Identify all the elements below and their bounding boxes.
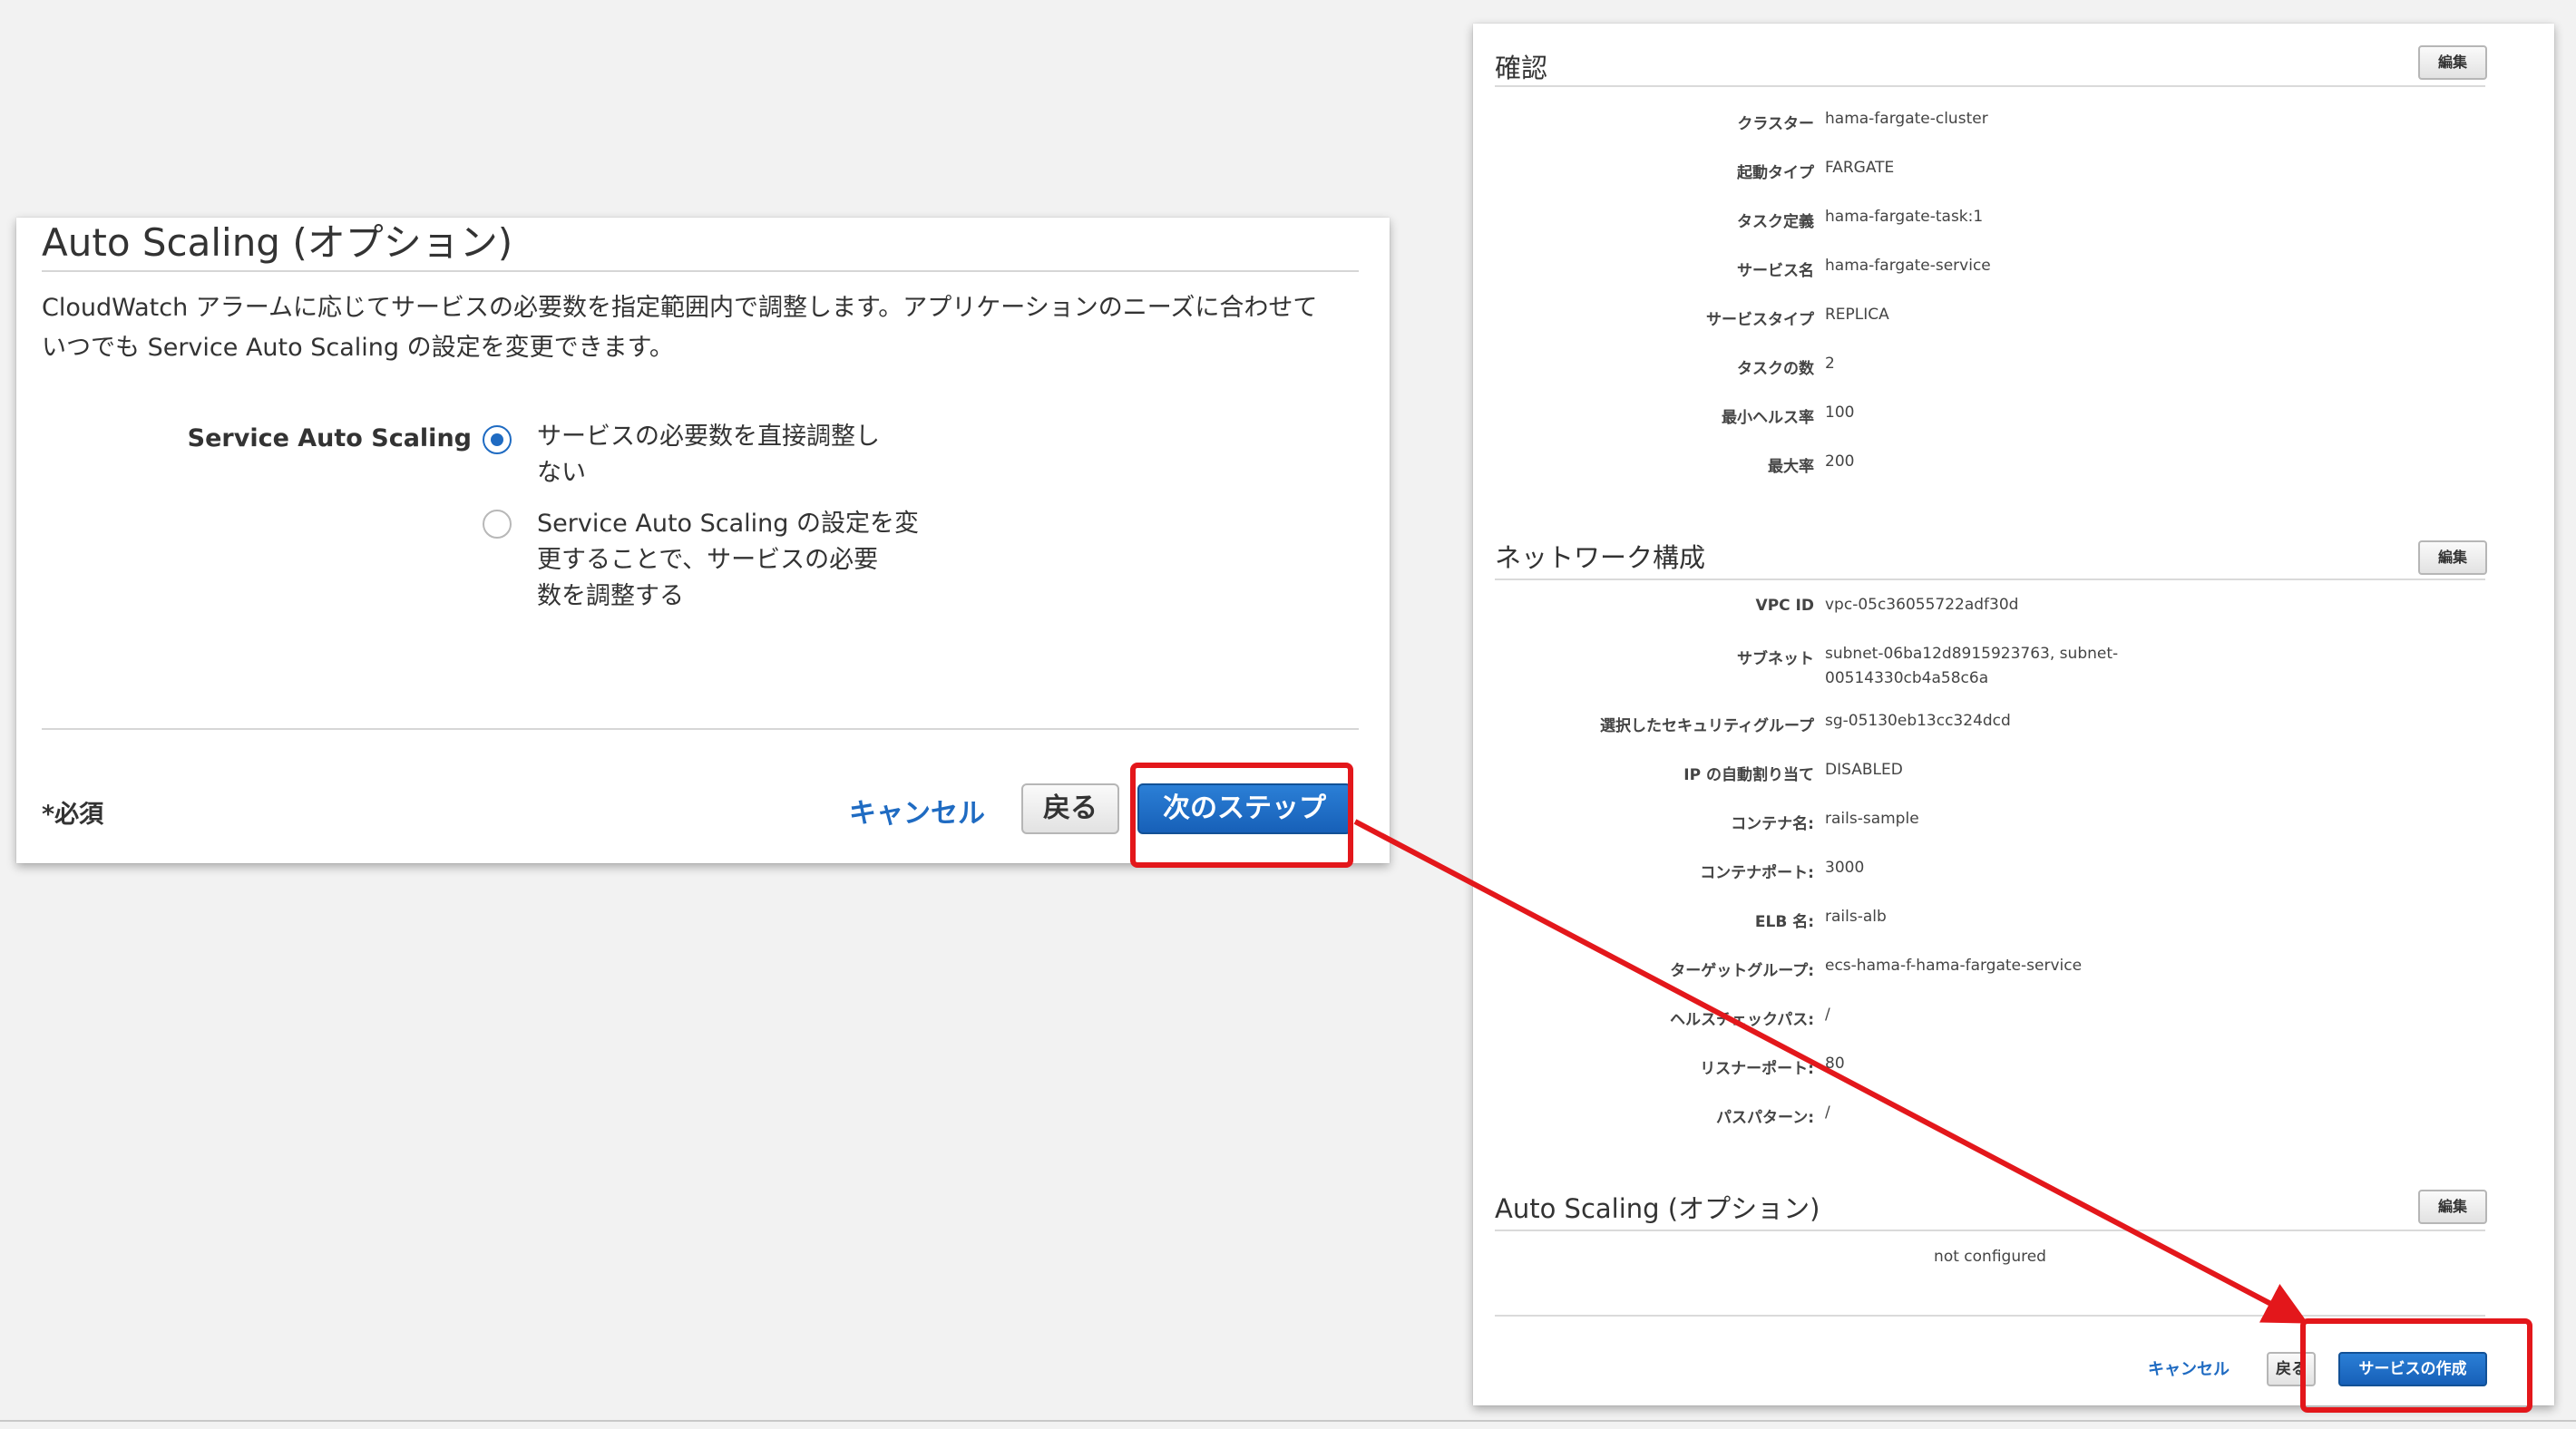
option-line: 数を調整する [537, 582, 684, 610]
field-label: コンテナ名: [1731, 815, 1814, 833]
edit-button[interactable]: 編集 [2418, 540, 2487, 575]
field-label: サービスタイプ [1706, 311, 1814, 329]
field-label: ELB 名: [1754, 913, 1814, 931]
field-label: VPC ID [1755, 597, 1814, 615]
value-line: 00514330cb4a58c6a [1825, 669, 1989, 687]
back-button[interactable]: 戻る [1021, 783, 1119, 834]
radio-option-label[interactable]: Service Auto Scaling の設定を変 更することで、サービスの必… [537, 506, 936, 615]
field-value: 200 [1825, 452, 1855, 471]
field-label: タスクの数 [1737, 360, 1814, 378]
option-line: Service Auto Scaling の設定を変 [537, 510, 920, 538]
page-bottom-border [0, 1420, 2576, 1422]
field-label: タスク定義 [1737, 213, 1814, 231]
field-value: vpc-05c36055722adf30d [1825, 596, 2019, 614]
field-label: 起動タイプ [1737, 164, 1814, 182]
network-section-title: ネットワーク構成 [1495, 542, 1706, 573]
divider [1495, 1315, 2485, 1317]
field-value: DISABLED [1825, 761, 1903, 779]
field-value: hama-fargate-cluster [1825, 110, 1988, 128]
field-value: REPLICA [1825, 306, 1889, 324]
field-label: ヘルスチェックパス: [1670, 1011, 1814, 1029]
section-description: CloudWatch アラームに応じてサービスの必要数を指定範囲内で調整します。… [42, 288, 1366, 368]
field-value: / [1825, 1006, 1830, 1024]
field-label: リスナーポート: [1700, 1060, 1814, 1078]
value-line: subnet-06ba12d8915923763, subnet- [1825, 645, 2119, 663]
review-panel: 確認 編集 クラスター hama-fargate-cluster 起動タイプ F… [1473, 24, 2554, 1405]
cancel-link[interactable]: キャンセル [2148, 1356, 2230, 1380]
service-auto-scaling-label: Service Auto Scaling [187, 424, 472, 452]
field-value: sg-05130eb13cc324dcd [1825, 712, 2011, 730]
divider [1495, 1230, 2485, 1231]
field-value: 100 [1825, 403, 1855, 422]
field-label: クラスター [1737, 115, 1814, 133]
cancel-link[interactable]: キャンセル [849, 791, 985, 831]
field-label: IP の自動割り当て [1683, 766, 1814, 784]
review-section-title: 確認 [1495, 53, 1548, 83]
field-value: subnet-06ba12d8915923763, subnet- 005143… [1825, 642, 2242, 691]
field-value: hama-fargate-task:1 [1825, 208, 1984, 226]
option-line: ない [537, 459, 586, 487]
field-value: hama-fargate-service [1825, 257, 1991, 275]
highlight-create-service [2300, 1318, 2532, 1413]
field-value: 3000 [1825, 859, 1865, 877]
field-value: ecs-hama-f-hama-fargate-service [1825, 957, 2083, 975]
description-line: いつでも Service Auto Scaling の設定を変更できます。 [42, 334, 674, 362]
divider [1495, 578, 2485, 580]
screenshot-canvas: Auto Scaling (オプション) CloudWatch アラームに応じて… [0, 0, 2576, 1429]
divider [1495, 85, 2485, 87]
field-label: サブネット [1737, 650, 1814, 668]
field-value: rails-alb [1825, 908, 1887, 926]
section-title: Auto Scaling (オプション) [42, 220, 513, 265]
field-label: コンテナポート: [1700, 864, 1814, 882]
divider [42, 270, 1359, 272]
field-label: ターゲットグループ: [1670, 962, 1814, 980]
radio-option-label[interactable]: サービスの必要数を直接調整し ない [537, 419, 936, 491]
option-line: 更することで、サービスの必要 [537, 546, 879, 574]
field-value: / [1825, 1103, 1830, 1122]
highlight-next-step [1130, 763, 1353, 868]
edit-button[interactable]: 編集 [2418, 45, 2487, 80]
divider [42, 728, 1359, 730]
auto-scaling-status: not configured [1934, 1248, 2046, 1266]
required-note: *必須 [42, 801, 104, 829]
field-label: サービス名 [1737, 262, 1814, 280]
field-label: 選択したセキュリティグループ [1600, 717, 1814, 735]
radio-no-adjust[interactable] [483, 425, 512, 454]
description-line: CloudWatch アラームに応じてサービスの必要数を指定範囲内で調整します。… [42, 294, 1318, 322]
option-line: サービスの必要数を直接調整し [537, 423, 880, 451]
field-label: 最大率 [1768, 458, 1814, 476]
field-value: 2 [1825, 355, 1835, 373]
field-value: FARGATE [1825, 159, 1895, 177]
edit-button[interactable]: 編集 [2418, 1190, 2487, 1224]
auto-scaling-section-title: Auto Scaling (オプション) [1495, 1193, 1820, 1224]
field-value: 80 [1825, 1055, 1845, 1073]
radio-configure-auto-scaling[interactable] [483, 510, 512, 539]
field-label: 最小ヘルス率 [1722, 409, 1814, 427]
field-label: パスパターン: [1716, 1109, 1814, 1127]
field-value: rails-sample [1825, 810, 1919, 828]
